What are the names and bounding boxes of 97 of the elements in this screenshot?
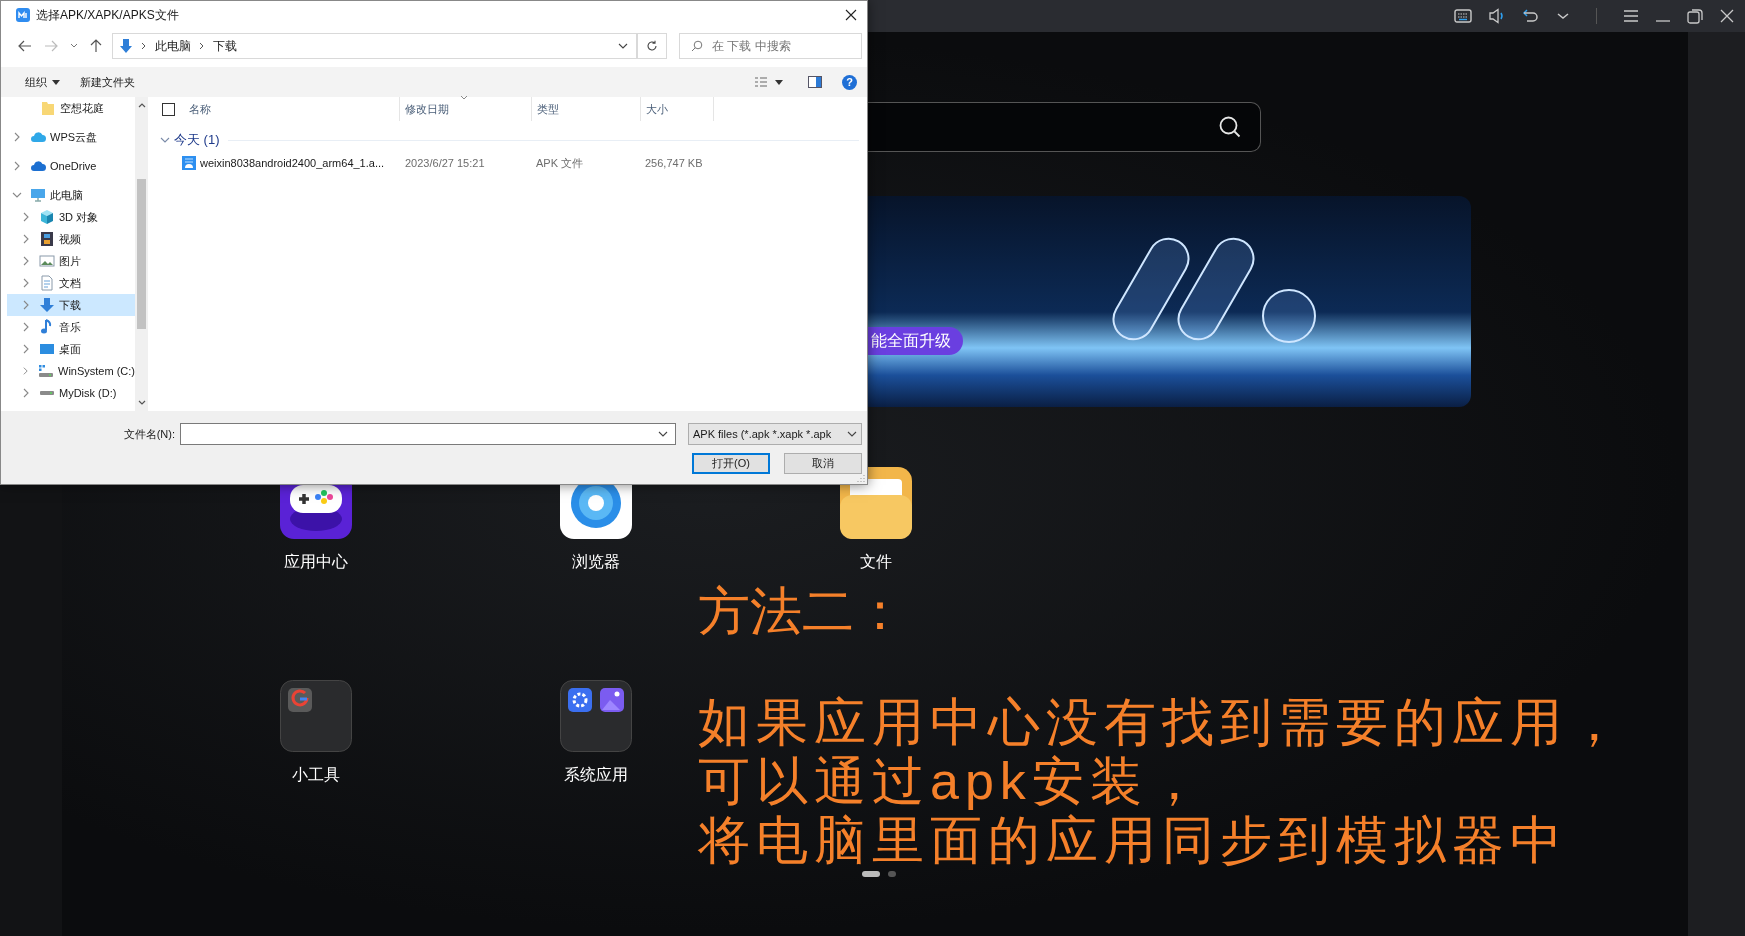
address-bar[interactable]: 此电脑 下载	[112, 33, 637, 59]
caret-icon[interactable]	[70, 43, 78, 49]
computer-icon	[30, 187, 46, 203]
dropdown-caret-icon[interactable]	[658, 431, 668, 437]
app-logo-icon	[16, 8, 30, 22]
file-date: 2023/6/27 15:21	[404, 157, 486, 169]
chevron-icon[interactable]	[23, 234, 29, 244]
file-size: 256,747 KB	[644, 157, 703, 169]
keyboard-icon[interactable]	[1454, 9, 1472, 23]
drive-icon	[38, 363, 54, 379]
sidebar-item[interactable]: 文档	[7, 272, 135, 294]
scroll-up-icon[interactable]	[137, 103, 146, 108]
filename-field[interactable]	[180, 423, 676, 445]
caret-icon	[52, 79, 60, 85]
sidebar-item[interactable]: 此电脑	[7, 184, 135, 206]
sidebar-item[interactable]: 下载	[7, 294, 135, 316]
chevron-right-icon[interactable]	[141, 42, 147, 50]
film-icon	[39, 231, 55, 247]
file-type: APK 文件	[535, 155, 585, 171]
sidebar-item[interactable]: OneDrive	[7, 155, 135, 177]
sidebar-item[interactable]: 3D 对象	[7, 206, 135, 228]
group-header[interactable]: 今天 (1)	[160, 131, 220, 149]
chevron-icon[interactable]	[23, 344, 29, 354]
help-button[interactable]: ?	[842, 74, 857, 90]
column-header[interactable]: 修改日期	[400, 97, 532, 121]
resize-grip-icon[interactable]	[857, 474, 865, 482]
chevron-icon[interactable]	[12, 192, 22, 198]
chevron-icon[interactable]	[23, 322, 29, 332]
breadcrumb-item[interactable]: 此电脑	[155, 37, 191, 55]
chevron-icon[interactable]	[14, 132, 20, 142]
sidebar-item[interactable]: 桌面	[7, 338, 135, 360]
back-arrow-icon[interactable]	[18, 40, 32, 52]
app-label: 浏览器	[572, 552, 620, 572]
sidebar-item[interactable]: MyDisk (D:)	[7, 382, 135, 404]
download-arrow-icon	[119, 38, 133, 54]
chevron-down-icon[interactable]	[618, 43, 628, 49]
breadcrumb-item[interactable]: 下载	[213, 37, 237, 55]
caption-text: 将电脑里面的应用同步到模拟器中	[698, 811, 1569, 870]
close-icon[interactable]	[845, 9, 857, 21]
download-arrow-icon	[39, 297, 55, 313]
file-name[interactable]: weixin8038android2400_arm64_1.a...	[200, 157, 385, 169]
column-header[interactable]: 大小	[641, 97, 714, 121]
search-icon[interactable]	[1218, 115, 1242, 139]
chevron-down-icon[interactable]	[1556, 11, 1570, 21]
organize-menu-button[interactable]: 组织	[17, 71, 68, 93]
chevron-icon[interactable]	[23, 300, 29, 310]
app-label: 文件	[860, 552, 892, 572]
dropdown-caret-icon	[847, 431, 857, 437]
app-label: 系统应用	[564, 765, 628, 785]
app-folder-icon[interactable]	[280, 680, 352, 752]
undo-icon[interactable]	[1522, 8, 1540, 24]
up-arrow-icon[interactable]	[90, 39, 102, 53]
new-folder-button[interactable]: 新建文件夹	[72, 71, 143, 93]
sidebar-item[interactable]: WinSystem (C:)	[7, 360, 135, 382]
sidebar-item[interactable]: 视频	[7, 228, 135, 250]
app-folder-icon[interactable]	[560, 680, 632, 752]
chevron-icon[interactable]	[23, 256, 29, 266]
caption-text: 可以通过apk安装，	[698, 752, 1207, 811]
sidebar-item[interactable]: 音乐	[7, 316, 135, 338]
picture-icon	[39, 253, 55, 269]
sidebar-item[interactable]: 图片	[7, 250, 135, 272]
document-icon	[39, 275, 55, 291]
dialog-button[interactable]: 取消	[784, 453, 862, 474]
folder-icon	[40, 100, 56, 116]
file-type-dropdown[interactable]: APK files (*.apk *.xapk *.apk	[688, 423, 862, 445]
chevron-right-icon[interactable]	[199, 42, 205, 50]
sidebar-item[interactable]: 空想花庭	[7, 97, 135, 119]
menu-icon[interactable]	[1623, 9, 1639, 23]
cube-icon	[39, 209, 55, 225]
volume-icon[interactable]	[1488, 8, 1506, 24]
cloud-icon	[30, 158, 46, 174]
app-label: 应用中心	[284, 552, 348, 572]
dialog-button[interactable]: 打开(O)	[692, 453, 770, 474]
restore-icon[interactable]	[1687, 8, 1703, 24]
folder-app-icon[interactable]	[840, 467, 912, 539]
drive-icon	[39, 390, 55, 396]
caption-text: 如果应用中心没有找到需要的应用，	[698, 693, 1626, 752]
chevron-icon[interactable]	[23, 212, 29, 222]
preview-pane-icon[interactable]	[808, 76, 822, 88]
view-options-icon[interactable]	[754, 76, 784, 88]
sidebar-item[interactable]: WPS云盘	[7, 126, 135, 148]
refresh-button[interactable]	[637, 33, 667, 59]
filename-label: 文件名(N):	[122, 426, 176, 442]
apk-file-icon	[182, 156, 196, 170]
app-label: 小工具	[292, 765, 340, 785]
chevron-icon[interactable]	[23, 388, 29, 398]
chevron-icon[interactable]	[14, 161, 20, 171]
caption-heading: 方法二：	[698, 582, 907, 641]
cloud-icon	[30, 129, 46, 145]
chevron-icon[interactable]	[23, 278, 29, 288]
refresh-icon[interactable]	[646, 40, 658, 52]
column-header[interactable]: 名称	[184, 97, 400, 121]
desktop-icon	[39, 341, 55, 357]
column-header[interactable]: 类型	[532, 97, 641, 121]
select-all-checkbox[interactable]	[162, 102, 175, 116]
dialog-title: 选择APK/XAPK/APKS文件	[36, 6, 179, 24]
scroll-down-icon[interactable]	[137, 400, 146, 405]
